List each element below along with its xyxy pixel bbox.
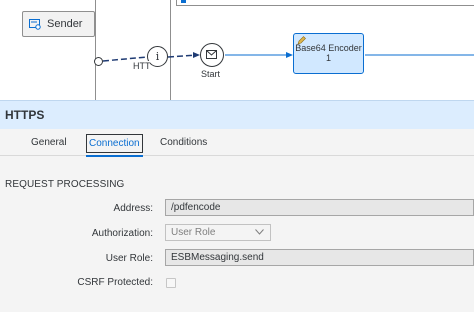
pencil-icon bbox=[297, 36, 306, 45]
sender-label: Sender bbox=[47, 18, 83, 30]
sender-connection-arrowhead bbox=[193, 52, 200, 58]
tab-conditions[interactable]: Conditions bbox=[160, 134, 207, 153]
sequence-flow-arrowhead bbox=[286, 52, 293, 58]
envelope-icon bbox=[206, 50, 217, 59]
connection-label: HTTPS bbox=[133, 61, 150, 71]
base64-encoder-step[interactable]: Base64 Encoder 1 bbox=[293, 33, 364, 74]
authorization-value: User Role bbox=[171, 227, 216, 238]
address-label: Address: bbox=[113, 203, 153, 214]
start-event-label: Start bbox=[201, 69, 221, 79]
connection-start-point[interactable] bbox=[94, 57, 103, 66]
authorization-label: Authorization: bbox=[91, 228, 153, 239]
property-sheet: HTTPS General Connection Conditions REQU… bbox=[0, 100, 474, 312]
section-request-processing: REQUEST PROCESSING bbox=[5, 179, 125, 190]
property-sheet-title: HTTPS bbox=[5, 108, 45, 122]
authorization-select[interactable]: User Role bbox=[165, 224, 271, 241]
csrf-protected-label: CSRF Protected: bbox=[77, 277, 153, 288]
sender-system-icon bbox=[29, 19, 41, 30]
start-event[interactable] bbox=[200, 43, 224, 67]
property-sheet-header: HTTPS bbox=[0, 100, 474, 129]
address-field[interactable]: /pdfencode bbox=[165, 199, 474, 216]
tab-general[interactable]: General bbox=[31, 134, 67, 153]
info-icon[interactable]: i bbox=[147, 46, 168, 67]
csrf-protected-checkbox[interactable] bbox=[166, 278, 176, 288]
tab-connection[interactable]: Connection bbox=[86, 134, 143, 157]
user-role-field[interactable]: ESBMessaging.send bbox=[165, 249, 474, 266]
chevron-down-icon bbox=[255, 229, 264, 235]
integration-flow-canvas[interactable]: Sender i HTTPS Start Base64 Encoder 1 bbox=[0, 0, 474, 100]
sender-participant[interactable]: Sender bbox=[22, 11, 95, 37]
user-role-label: User Role: bbox=[105, 253, 153, 264]
step-label-number: 1 bbox=[325, 53, 331, 63]
property-tabs: General Connection Conditions bbox=[0, 129, 474, 157]
sender-connection-line-end bbox=[167, 54, 198, 58]
